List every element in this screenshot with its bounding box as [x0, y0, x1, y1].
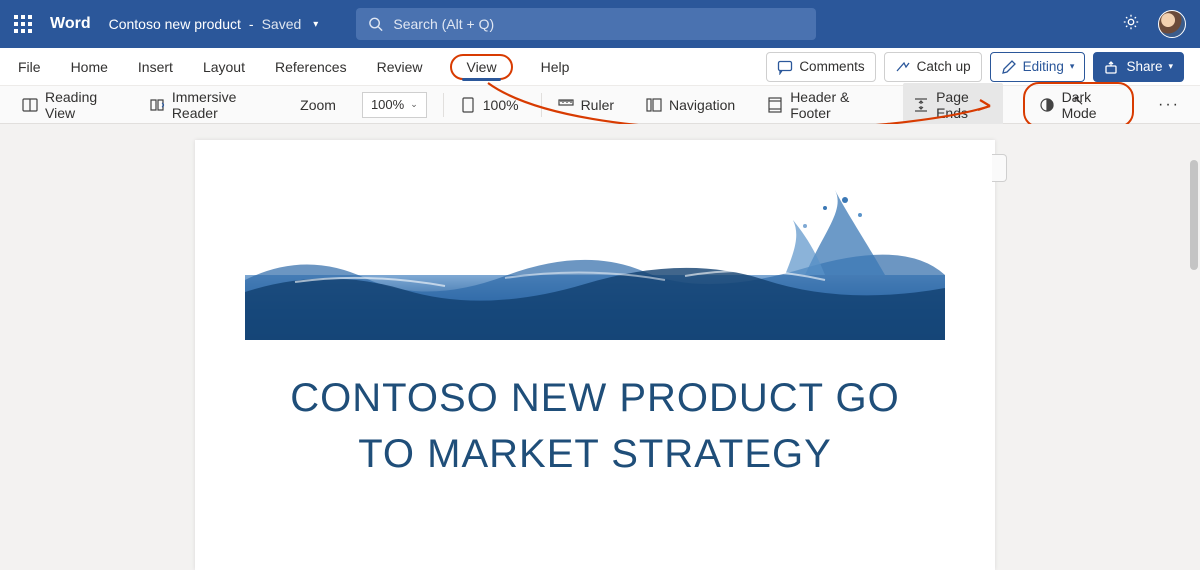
share-button[interactable]: Share ▾	[1093, 52, 1184, 82]
document-name: Contoso new product	[109, 16, 241, 32]
view-toolbar: Reading View Immersive Reader Zoom 100% …	[0, 86, 1200, 124]
tab-home[interactable]: Home	[69, 55, 110, 79]
zoom-100-button[interactable]: 100%	[443, 93, 525, 117]
tab-help[interactable]: Help	[539, 55, 572, 79]
page-ends-icon	[913, 97, 929, 113]
reading-view-button[interactable]: Reading View	[16, 85, 123, 125]
app-name: Word	[50, 15, 91, 33]
chevron-down-icon: ▾	[1070, 61, 1075, 72]
navigation-label: Navigation	[669, 97, 735, 113]
ruler-label: Ruler	[581, 97, 614, 113]
user-avatar[interactable]	[1158, 10, 1186, 38]
zoom-select[interactable]: 100% ⌄	[362, 92, 427, 118]
page-ends-button[interactable]: Page Ends	[903, 83, 1002, 127]
settings-button[interactable]	[1122, 13, 1140, 36]
header-footer-label: Header & Footer	[790, 89, 877, 121]
page-ends-label: Page Ends	[936, 89, 992, 121]
immersive-reader-label: Immersive Reader	[172, 89, 268, 121]
zoom-100-label: 100%	[483, 97, 519, 113]
more-options-button[interactable]: ···	[1154, 96, 1184, 114]
tab-insert[interactable]: Insert	[136, 55, 175, 79]
dark-mode-button[interactable]: Dark Mode ↖	[1023, 82, 1134, 128]
catch-up-icon	[895, 59, 911, 75]
document-page: CONTOSO NEW PRODUCT GO TO MARKET STRATEG…	[195, 140, 995, 570]
reading-view-label: Reading View	[45, 89, 117, 121]
tab-view[interactable]: View	[450, 54, 512, 80]
ribbon-tabs: File Home Insert Layout References Revie…	[0, 48, 1200, 86]
page-icon	[460, 97, 476, 113]
tab-file[interactable]: File	[16, 55, 43, 79]
save-status: Saved	[262, 16, 302, 32]
editing-mode-button[interactable]: Editing ▾	[990, 52, 1086, 82]
zoom-label: Zoom	[294, 93, 342, 117]
chevron-down-icon: ⌄	[410, 99, 418, 110]
cursor-icon: ↖	[1073, 92, 1085, 109]
comment-icon	[777, 59, 793, 75]
share-label: Share	[1126, 59, 1162, 74]
header-footer-button[interactable]: Header & Footer	[761, 85, 883, 125]
dark-mode-icon	[1039, 97, 1055, 113]
pencil-icon	[1001, 59, 1017, 75]
ruler-icon	[558, 97, 574, 113]
document-title-line2: TO MARKET STRATEGY	[245, 426, 945, 482]
tab-layout[interactable]: Layout	[201, 55, 247, 79]
immersive-reader-button[interactable]: Immersive Reader	[143, 85, 274, 125]
title-bar: Word Contoso new product - Saved ▾	[0, 0, 1200, 48]
tab-review[interactable]: Review	[375, 55, 425, 79]
catch-up-label: Catch up	[917, 59, 971, 74]
dark-mode-label: Dark Mode	[1062, 89, 1118, 121]
ruler-button[interactable]: Ruler	[541, 93, 620, 117]
editing-label: Editing	[1023, 59, 1064, 74]
navigation-icon	[646, 97, 662, 113]
document-name-dropdown[interactable]: Contoso new product - Saved ▾	[109, 16, 319, 32]
vertical-scrollbar[interactable]	[1190, 160, 1198, 270]
comments-label: Comments	[799, 59, 864, 74]
immersive-reader-icon	[149, 97, 165, 113]
app-launcher-icon[interactable]	[14, 15, 32, 33]
reading-view-icon	[22, 97, 38, 113]
document-title: CONTOSO NEW PRODUCT GO TO MARKET STRATEG…	[245, 370, 945, 482]
search-box[interactable]	[356, 8, 816, 40]
search-icon	[368, 16, 383, 32]
search-input[interactable]	[393, 16, 804, 32]
comments-button[interactable]: Comments	[766, 52, 875, 82]
tab-references[interactable]: References	[273, 55, 349, 79]
document-title-line1: CONTOSO NEW PRODUCT GO	[245, 370, 945, 426]
catch-up-button[interactable]: Catch up	[884, 52, 982, 82]
header-footer-icon	[767, 97, 783, 113]
chevron-down-icon: ▾	[313, 19, 318, 30]
navigation-button[interactable]: Navigation	[640, 93, 741, 117]
zoom-value: 100%	[371, 97, 404, 112]
share-icon	[1104, 59, 1120, 75]
gear-icon	[1122, 13, 1140, 31]
document-canvas[interactable]: CONTOSO NEW PRODUCT GO TO MARKET STRATEG…	[0, 124, 1190, 570]
document-image	[245, 180, 945, 340]
chevron-down-icon: ▾	[1168, 61, 1173, 72]
